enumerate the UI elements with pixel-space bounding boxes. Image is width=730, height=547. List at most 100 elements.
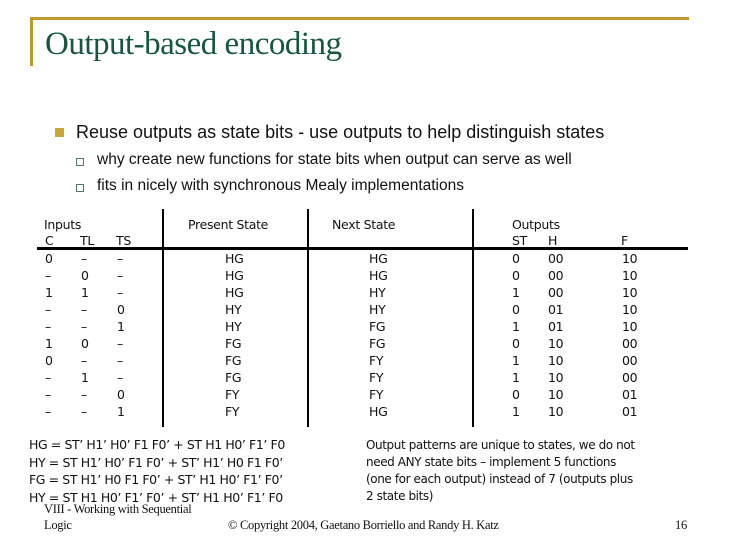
cell-c: – <box>45 404 51 419</box>
equation-hy: HY = ST H1’ H0’ F1 F0’ + ST’ H1’ H0 F1 F… <box>29 454 283 470</box>
cell-f: 00 <box>622 370 638 385</box>
cell-ts: – <box>117 336 123 351</box>
cell-f: 10 <box>622 268 638 283</box>
cell-st: 1 <box>512 370 520 385</box>
col-header-h: H <box>548 233 558 248</box>
hollow-square-bullet-icon <box>76 158 84 166</box>
header-outputs: Outputs <box>512 217 560 232</box>
cell-present-state: FG <box>225 370 242 385</box>
cell-h: 00 <box>548 268 564 283</box>
cell-present-state: HG <box>225 251 244 266</box>
cell-next-state: HG <box>369 251 388 266</box>
col-header-ts: TS <box>116 233 131 248</box>
cell-h: 10 <box>548 336 564 351</box>
cell-tl: 1 <box>81 285 89 300</box>
cell-ts: 0 <box>117 387 125 402</box>
cell-next-state: HG <box>369 404 388 419</box>
cell-f: 10 <box>622 302 638 317</box>
cell-ts: 1 <box>117 404 125 419</box>
cell-st: 0 <box>512 387 520 402</box>
cell-c: – <box>45 302 51 317</box>
table-header-rule <box>37 247 688 250</box>
cell-present-state: HY <box>225 302 242 317</box>
cell-f: 01 <box>622 404 638 419</box>
cell-ts: – <box>117 353 123 368</box>
cell-f: 10 <box>622 285 638 300</box>
footer-course-line1: VIII - Working with Sequential <box>44 502 192 516</box>
cell-next-state: FY <box>369 370 384 385</box>
cell-h: 00 <box>548 285 564 300</box>
cell-ts: – <box>117 285 123 300</box>
cell-tl: 0 <box>81 336 89 351</box>
cell-st: 1 <box>512 319 520 334</box>
cell-f: 01 <box>622 387 638 402</box>
cell-present-state: HG <box>225 285 244 300</box>
header-inputs: Inputs <box>44 217 82 232</box>
cell-tl: – <box>81 353 87 368</box>
cell-st: 0 <box>512 268 520 283</box>
cell-ts: 1 <box>117 319 125 334</box>
cell-c: – <box>45 268 51 283</box>
cell-h: 10 <box>548 404 564 419</box>
cell-next-state: HY <box>369 302 386 317</box>
explanation-note: Output patterns are unique to states, we… <box>366 437 635 505</box>
cell-present-state: FY <box>225 387 240 402</box>
cell-c: – <box>45 319 51 334</box>
square-bullet-icon <box>55 128 64 137</box>
cell-c: 0 <box>45 353 53 368</box>
cell-present-state: FG <box>225 353 242 368</box>
title-rule-top <box>30 17 689 20</box>
cell-h: 01 <box>548 302 564 317</box>
cell-c: – <box>45 370 51 385</box>
cell-h: 01 <box>548 319 564 334</box>
cell-present-state: HY <box>225 319 242 334</box>
cell-next-state: HY <box>369 285 386 300</box>
cell-ts: – <box>117 251 123 266</box>
cell-st: 0 <box>512 336 520 351</box>
cell-c: – <box>45 387 51 402</box>
footer-course-line2: Logic <box>44 518 72 532</box>
cell-present-state: HG <box>225 268 244 283</box>
cell-tl: – <box>81 319 87 334</box>
sub-bullet-1: why create new functions for state bits … <box>97 151 572 168</box>
sub-bullet-2: fits in nicely with synchronous Mealy im… <box>97 177 464 194</box>
cell-h: 10 <box>548 353 564 368</box>
cell-c: 1 <box>45 285 53 300</box>
table-divider-next <box>472 209 474 427</box>
cell-tl: – <box>81 404 87 419</box>
col-header-f: F <box>621 233 628 248</box>
cell-present-state: FG <box>225 336 242 351</box>
note-line: Output patterns are unique to states, we… <box>366 438 635 452</box>
slide-title: Output-based encoding <box>45 26 342 62</box>
cell-f: 10 <box>622 251 638 266</box>
cell-c: 1 <box>45 336 53 351</box>
col-header-st: ST <box>512 233 527 248</box>
cell-f: 00 <box>622 353 638 368</box>
title-rule-left <box>30 17 33 66</box>
cell-tl: 0 <box>81 268 89 283</box>
cell-tl: 1 <box>81 370 89 385</box>
cell-next-state: FY <box>369 353 384 368</box>
cell-c: 0 <box>45 251 53 266</box>
note-line: (one for each output) instead of 7 (outp… <box>366 472 633 486</box>
cell-next-state: FG <box>369 319 386 334</box>
cell-f: 00 <box>622 336 638 351</box>
cell-next-state: FG <box>369 336 386 351</box>
col-header-c: C <box>45 233 54 248</box>
cell-h: 00 <box>548 251 564 266</box>
equation-fg: FG = ST H1’ H0 F1 F0’ + ST’ H1 H0’ F1’ F… <box>29 472 283 487</box>
state-equations: HG = ST’ H1’ H0’ F1 F0’ + ST H1 H0’ F1’ … <box>29 436 285 506</box>
cell-st: 1 <box>512 353 520 368</box>
footer-copyright: © Copyright 2004, Gaetano Borriello and … <box>228 518 499 532</box>
cell-ts: – <box>117 370 123 385</box>
note-line: 2 state bits) <box>366 489 434 503</box>
cell-tl: – <box>81 302 87 317</box>
header-next-state: Next State <box>332 217 396 232</box>
cell-st: 1 <box>512 285 520 300</box>
note-line: need ANY state bits – implement 5 functi… <box>366 455 616 469</box>
footer-page-number: 16 <box>675 518 687 532</box>
cell-next-state: FY <box>369 387 384 402</box>
cell-ts: 0 <box>117 302 125 317</box>
cell-st: 0 <box>512 251 520 266</box>
col-header-tl: TL <box>80 233 94 248</box>
